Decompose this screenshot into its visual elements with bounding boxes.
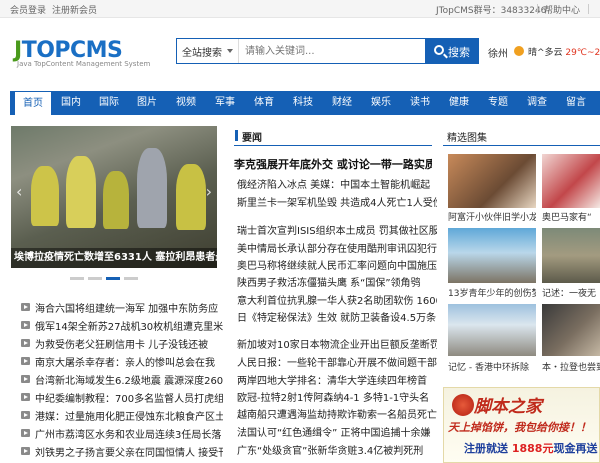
- slider-dot[interactable]: [70, 277, 84, 280]
- slider-dot-active[interactable]: [106, 277, 120, 280]
- play-icon: [21, 357, 30, 365]
- list-item[interactable]: 法国认可“红色通缉令” 正将中国追捕十余嫌: [237, 424, 437, 440]
- ad-slogan: 天上掉馅饼，我包给你接！！: [448, 421, 591, 434]
- slider-dot[interactable]: [124, 277, 138, 280]
- nav-item-domestic[interactable]: 国内: [52, 91, 90, 115]
- nav-item-home[interactable]: 首页: [14, 91, 52, 115]
- list-item[interactable]: 俄经济陷入冰点 美媒：中国本土智能机崛起: [237, 176, 437, 192]
- qq-group-text: JTopCMS群号：34833246: [436, 6, 547, 16]
- list-item[interactable]: 斯里兰卡一架军机坠毁 共造成4人死亡1人受伤: [237, 194, 437, 210]
- search-box: 全站搜索: [176, 38, 426, 64]
- nav-item-sports[interactable]: 体育: [245, 91, 283, 115]
- slider-image-figure: [66, 156, 96, 228]
- play-icon: [21, 321, 30, 329]
- nav-item-finance[interactable]: 财经: [323, 91, 361, 115]
- list-item[interactable]: 越南船只遭遇海监劫持欺诈勒索一名船员死亡: [237, 406, 437, 422]
- list-item[interactable]: 意大利首位抗乳腺一华人获2名助团软伤 1600欧元: [237, 292, 437, 308]
- main-nav: 首页 国内 国际 图片 视频 军事 体育 科技 财经 娱乐 读书 健康 专题 调…: [10, 91, 600, 115]
- play-icon: [21, 375, 30, 383]
- slider-image-figure: [103, 171, 129, 229]
- list-item[interactable]: 两岸四地大学排名：清华大学连续四年榜首: [237, 372, 437, 388]
- search-input[interactable]: [245, 39, 423, 63]
- list-item[interactable]: 广东“处级贪官”张新华贪赃3.4亿被判死刑: [237, 442, 437, 458]
- gallery-item[interactable]: 本・拉登也尝到: [542, 304, 600, 376]
- gallery-item[interactable]: 记述：一夜无: [542, 228, 600, 300]
- gallery-thumbnail: [448, 228, 536, 283]
- chevron-down-icon: [227, 49, 233, 53]
- play-icon: [21, 411, 30, 419]
- chevron-right-icon[interactable]: ›: [206, 182, 212, 201]
- search-scope-select[interactable]: 全站搜索: [177, 39, 239, 63]
- register-link[interactable]: 注册新会员: [52, 3, 97, 16]
- ad-banner[interactable]: 脚本之家 天上掉馅饼，我包给你接！！ 注册就送 1888元现金再送: [443, 387, 600, 463]
- news-slider[interactable]: ‹ › 埃博拉疫情死亡数增至6331人 塞拉利昂患者最: [11, 126, 217, 268]
- ad-offer: 注册就送 1888元现金再送: [464, 442, 598, 455]
- slider-caption[interactable]: 埃博拉疫情死亡数增至6331人 塞拉利昂患者最: [11, 248, 217, 268]
- list-item[interactable]: 瑞士首次宣判ISIS组织本土成员 罚其做社区服务: [237, 222, 437, 238]
- nav-item-international[interactable]: 国际: [90, 91, 128, 115]
- gallery-item[interactable]: 阿富汗小伙伴旧学小龙走红: [448, 154, 536, 224]
- section-marker: [235, 130, 238, 141]
- play-icon: [21, 303, 30, 311]
- nav-item-pictures[interactable]: 图片: [128, 91, 166, 115]
- ad-title: 脚本之家: [474, 397, 542, 417]
- slider-image-figure: [31, 166, 59, 226]
- city-name[interactable]: 徐州: [488, 45, 508, 60]
- slider-dot[interactable]: [88, 277, 102, 280]
- play-icon: [21, 393, 30, 401]
- list-item[interactable]: 美中情局长承认部分存在使用酷刑审讯囚犯行: [237, 240, 437, 256]
- divider: [588, 4, 589, 14]
- nav-item-messages[interactable]: 留言: [557, 91, 595, 115]
- nav-item-health[interactable]: 健康: [440, 91, 478, 115]
- logo-subtitle: Java TopContent Management System: [17, 60, 151, 68]
- play-icon: [21, 339, 30, 347]
- section-header-news: 要闻: [234, 126, 432, 146]
- gallery-item[interactable]: 13岁青年少年的创伤梦: [448, 228, 536, 300]
- list-item[interactable]: 欧冠-拉特2射1传阿森纳4-1 多特1-1守头名: [237, 389, 437, 405]
- gallery-thumbnail: [542, 228, 600, 283]
- list-item[interactable]: 日《特定秘保法》生效 就防卫装备设4.5万条: [237, 309, 437, 325]
- section-title: 要闻: [242, 133, 262, 144]
- search-button[interactable]: 搜索: [426, 38, 479, 64]
- weather-info: 晴^多云 29℃~21℃: [528, 48, 600, 58]
- nav-item-tech[interactable]: 科技: [284, 91, 322, 115]
- play-icon: [21, 447, 30, 455]
- list-item[interactable]: 人民日报：一些轮干部靠心开展不做间题干部: [237, 354, 437, 370]
- list-item[interactable]: 新加坡对10家日本物流企业开出巨额反垄断罚: [237, 336, 437, 352]
- section-header-gallery: 精选图集: [443, 126, 600, 146]
- gallery-thumbnail: [448, 154, 536, 208]
- divider: [537, 4, 538, 14]
- sun-icon: [514, 46, 524, 56]
- help-link[interactable]: 帮助中心: [544, 3, 580, 16]
- nav-item-reading[interactable]: 读书: [401, 91, 439, 115]
- gallery-thumbnail: [542, 154, 600, 208]
- nav-item-entertainment[interactable]: 娱乐: [362, 91, 400, 115]
- chevron-left-icon[interactable]: ‹: [16, 182, 22, 201]
- slider-image-figure: [137, 148, 167, 228]
- top-bar: 会员登录 注册新会员 JTopCMS群号：34833246 帮助中心: [0, 0, 600, 18]
- nav-item-video[interactable]: 视频: [167, 91, 205, 115]
- ad-logo-icon: [452, 394, 474, 416]
- gallery-item[interactable]: 记忆 - 香港中环拆除: [448, 304, 536, 376]
- nav-item-topics[interactable]: 专题: [479, 91, 517, 115]
- gallery-thumbnail: [542, 304, 600, 356]
- headline-link[interactable]: 李克强展开年底外交 或讨论一带一路实质: [234, 156, 432, 172]
- gallery-item[interactable]: 奥巴马家有“: [542, 154, 600, 224]
- nav-item-military[interactable]: 军事: [206, 91, 244, 115]
- slider-image-figure: [176, 164, 206, 230]
- gallery-thumbnail: [448, 304, 536, 356]
- play-icon: [21, 429, 30, 437]
- list-item[interactable]: 陕西男子救活冻僵猫头鹰 系“国保”领角鸮: [237, 274, 437, 290]
- login-link[interactable]: 会员登录: [10, 3, 46, 16]
- search-icon: [434, 45, 444, 55]
- nav-item-survey[interactable]: 调查: [518, 91, 556, 115]
- section-title: 精选图集: [447, 133, 487, 144]
- list-item[interactable]: 奥巴马称将继续就人民币汇率问题向中国施压: [237, 257, 437, 273]
